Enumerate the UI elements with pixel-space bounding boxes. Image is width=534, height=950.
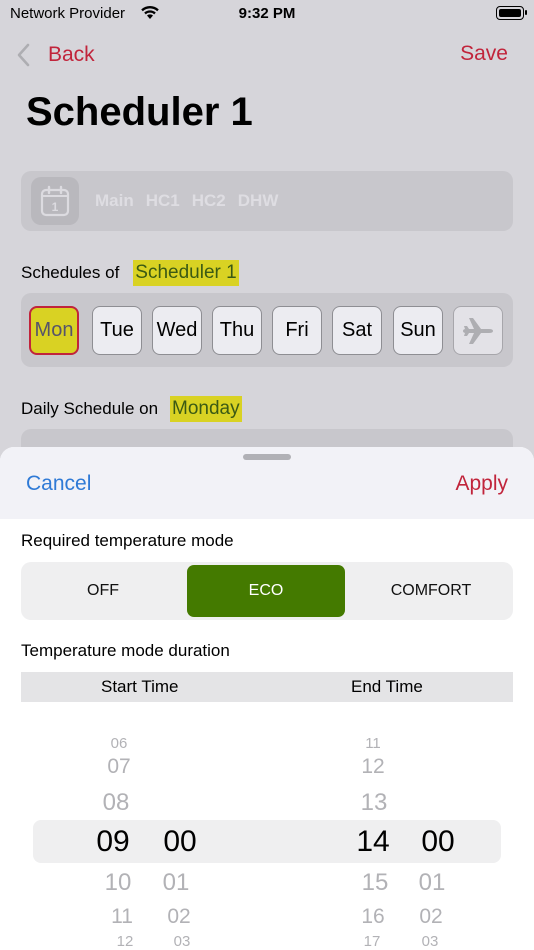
- end-minute-option[interactable]: 01: [402, 869, 462, 897]
- start-time-header: Start Time: [101, 677, 179, 696]
- daily-schedule-prefix: Daily Schedule on: [21, 399, 159, 418]
- end-hour-selected[interactable]: 14: [343, 825, 403, 859]
- mode-segmented-control: OFF ECO COMFORT: [21, 562, 513, 620]
- end-time-header: End Time: [351, 677, 423, 696]
- start-hour-option[interactable]: 10: [88, 869, 148, 897]
- mode-eco[interactable]: ECO: [187, 565, 345, 617]
- day-button-mon[interactable]: Mon: [29, 306, 79, 355]
- end-hour-option[interactable]: 15: [345, 869, 405, 897]
- back-label: Back: [48, 43, 95, 66]
- sheet-grabber[interactable]: [243, 454, 291, 460]
- end-minute-selected[interactable]: 00: [408, 825, 468, 859]
- start-minute-option[interactable]: 03: [152, 933, 212, 950]
- clock: 9:32 PM: [238, 5, 296, 22]
- end-minute-option[interactable]: 03: [400, 933, 460, 950]
- sheet-header: Cancel Apply: [0, 447, 534, 519]
- end-hour-option[interactable]: 13: [344, 789, 404, 817]
- start-minute-option[interactable]: 01: [146, 869, 206, 897]
- end-hour-option[interactable]: 17: [342, 933, 402, 950]
- tab-hc1[interactable]: HC1: [146, 191, 180, 211]
- cancel-button[interactable]: Cancel: [26, 472, 91, 496]
- mode-comfort[interactable]: COMFORT: [349, 565, 513, 617]
- start-hour-option[interactable]: 11: [92, 905, 152, 929]
- daily-schedule-label: Daily Schedule on Monday: [21, 396, 242, 422]
- schedules-of-label: Schedules of Scheduler 1: [21, 260, 239, 286]
- time-column-headers: Start Time End Time: [21, 672, 513, 702]
- temperature-sheet: Cancel Apply Required temperature mode O…: [0, 447, 534, 950]
- daily-day-highlight: Monday: [170, 396, 242, 422]
- start-minute-selected[interactable]: 00: [150, 825, 210, 859]
- battery-icon: [496, 6, 527, 20]
- day-selector: Mon Tue Wed Thu Fri Sat Sun: [21, 293, 513, 367]
- vacation-button[interactable]: [453, 306, 503, 355]
- duration-label: Temperature mode duration: [21, 641, 230, 660]
- day-button-tue[interactable]: Tue: [92, 306, 142, 355]
- start-minute-option[interactable]: 02: [149, 905, 209, 929]
- scheduler-tabs: 1 Main HC1 HC2 DHW: [21, 171, 513, 231]
- schedules-of-prefix: Schedules of: [21, 263, 120, 282]
- start-hour-selected[interactable]: 09: [83, 825, 143, 859]
- start-hour-option[interactable]: 08: [86, 789, 146, 817]
- day-button-fri[interactable]: Fri: [272, 306, 322, 355]
- back-button[interactable]: Back: [16, 40, 95, 70]
- start-hour-option[interactable]: 12: [95, 933, 155, 950]
- scheduler-name-highlight: Scheduler 1: [133, 260, 239, 286]
- end-hour-option[interactable]: 16: [343, 905, 403, 929]
- day-button-sun[interactable]: Sun: [393, 306, 443, 355]
- mode-off[interactable]: OFF: [21, 565, 185, 617]
- day-button-thu[interactable]: Thu: [212, 306, 262, 355]
- status-bar: Network Provider 9:32 PM: [0, 0, 534, 30]
- apply-button[interactable]: Apply: [455, 472, 508, 496]
- page-title: Scheduler 1: [26, 90, 253, 134]
- save-button[interactable]: Save: [460, 42, 508, 66]
- airplane-icon: [463, 317, 493, 344]
- start-hour-option[interactable]: 06: [89, 735, 149, 752]
- end-minute-option[interactable]: 02: [401, 905, 461, 929]
- tab-hc2[interactable]: HC2: [192, 191, 226, 211]
- end-hour-option[interactable]: 11: [343, 735, 403, 752]
- tab-dhw[interactable]: DHW: [238, 191, 279, 211]
- required-mode-label: Required temperature mode: [21, 531, 234, 550]
- calendar-icon[interactable]: 1: [31, 177, 79, 225]
- day-button-wed[interactable]: Wed: [152, 306, 202, 355]
- svg-text:1: 1: [52, 200, 59, 214]
- start-hour-option[interactable]: 07: [89, 755, 149, 779]
- day-button-sat[interactable]: Sat: [332, 306, 382, 355]
- tab-main[interactable]: Main: [95, 191, 134, 211]
- end-hour-option[interactable]: 12: [343, 755, 403, 779]
- chevron-left-icon: [17, 43, 30, 67]
